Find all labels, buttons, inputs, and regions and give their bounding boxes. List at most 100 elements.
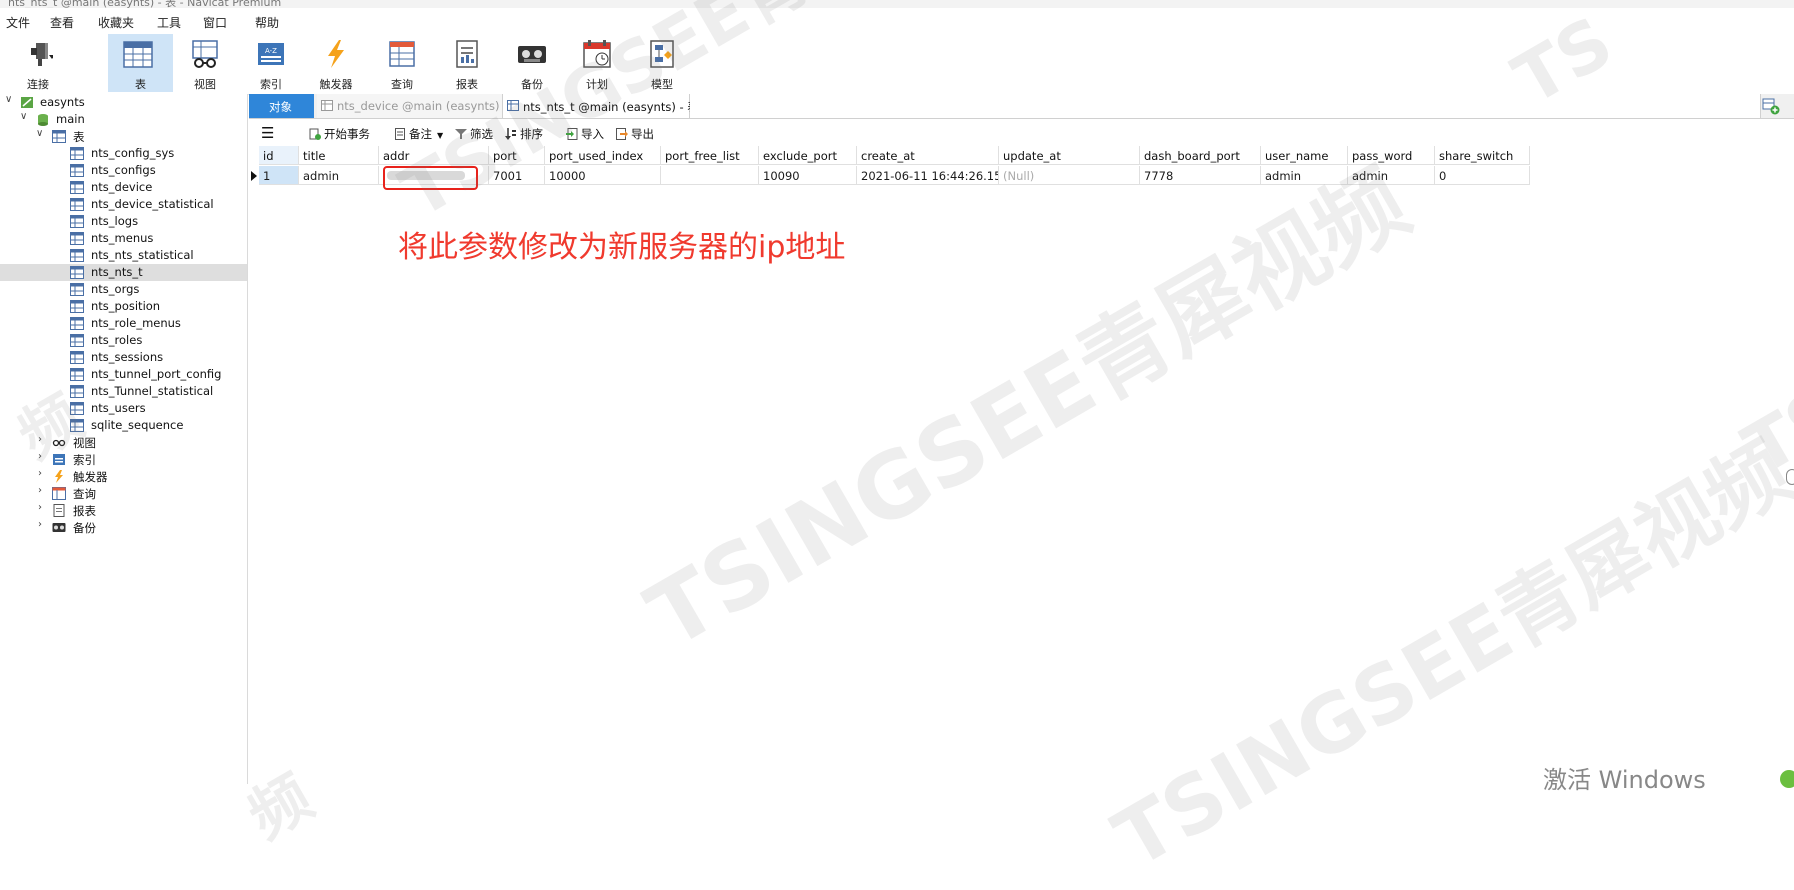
chevron-right-icon[interactable]: › (38, 519, 42, 530)
tree-tables-group[interactable]: ∨ 表 (0, 128, 247, 145)
tree-label: 备份 (73, 521, 96, 535)
index-button[interactable]: A-Z 索引 (241, 34, 301, 92)
side-handle[interactable] (1786, 469, 1794, 485)
tree-table-item[interactable]: nts_Tunnel_statistical (0, 383, 247, 400)
tree-table-item[interactable]: nts_logs (0, 213, 247, 230)
tree-table-item[interactable]: sqlite_sequence (0, 417, 247, 434)
database-icon (38, 114, 48, 126)
column-header[interactable]: port_free_list (661, 146, 759, 165)
cell-exclude-port[interactable]: 10090 (759, 166, 857, 185)
cell-user-name[interactable]: admin (1261, 166, 1348, 185)
tree-label: nts_menus (91, 231, 154, 245)
column-header[interactable]: pass_word (1348, 146, 1435, 165)
column-header[interactable]: port (489, 146, 545, 165)
chevron-down-icon[interactable]: ∨ (20, 111, 27, 122)
column-header[interactable]: port_used_index (545, 146, 661, 165)
chevron-down-icon[interactable]: ∨ (5, 94, 12, 105)
column-header[interactable]: create_at (857, 146, 999, 165)
tree-connection[interactable]: ∨ easynts (0, 94, 247, 111)
tree-table-item[interactable]: nts_device (0, 179, 247, 196)
chevron-right-icon[interactable]: › (38, 434, 42, 445)
tree-table-item[interactable]: nts_sessions (0, 349, 247, 366)
tree-group-triggers[interactable]: › 触发器 (0, 468, 247, 485)
chevron-down-icon[interactable]: ∨ (36, 128, 43, 139)
dropdown-arrow-icon[interactable]: ▼ (437, 131, 443, 140)
table-icon (507, 100, 519, 111)
cell-id[interactable]: 1 (259, 166, 299, 185)
menu-window[interactable]: 窗口 (203, 14, 227, 31)
report-button[interactable]: 报表 (437, 34, 497, 92)
chevron-right-icon[interactable]: › (38, 485, 42, 496)
tree-table-item[interactable]: nts_users (0, 400, 247, 417)
tree-table-item[interactable]: nts_configs (0, 162, 247, 179)
tree-table-item[interactable]: nts_menus (0, 230, 247, 247)
tree-group-queries[interactable]: › 查询 (0, 485, 247, 502)
column-header[interactable]: id (259, 146, 299, 165)
tree-database[interactable]: ∨ main (0, 111, 247, 128)
cell-create-at[interactable]: 2021-06-11 16:44:26.1593 (857, 166, 999, 185)
hamburger-menu-icon[interactable]: ☰ (261, 124, 274, 142)
column-header[interactable]: share_switch (1435, 146, 1530, 165)
tab-label: nts_nts_t @main (easynts) - 表 (523, 100, 699, 114)
memo-button[interactable]: 备注 ▼ (394, 126, 443, 142)
cell-pass-word[interactable]: admin (1348, 166, 1435, 185)
tab-nts-nts-t[interactable]: nts_nts_t @main (easynts) - 表 (503, 94, 699, 118)
tree-table-item[interactable]: nts_device_statistical (0, 196, 247, 213)
cell-port[interactable]: 7001 (489, 166, 545, 185)
menu-help[interactable]: 帮助 (255, 14, 279, 31)
tree-table-item[interactable]: nts_tunnel_port_config (0, 366, 247, 383)
tree-table-item[interactable]: nts_orgs (0, 281, 247, 298)
tree-label: 触发器 (73, 470, 108, 484)
cell-port-used-index[interactable]: 10000 (545, 166, 661, 185)
backup-button[interactable]: 备份 (502, 34, 562, 92)
column-header[interactable]: dash_board_port (1140, 146, 1261, 165)
column-header[interactable]: exclude_port (759, 146, 857, 165)
cell-share-switch[interactable]: 0 (1435, 166, 1530, 185)
chevron-right-icon[interactable]: › (38, 468, 42, 479)
sort-button[interactable]: 排序 (505, 126, 543, 142)
column-header[interactable]: update_at (999, 146, 1140, 165)
new-object-icon[interactable] (1762, 97, 1780, 115)
cell-update-at[interactable]: (Null) (999, 166, 1140, 185)
tree-table-item-selected[interactable]: nts_nts_t (0, 264, 247, 281)
tab-nts-device[interactable]: nts_device @main (easynts) ... (317, 94, 514, 118)
menu-view[interactable]: 查看 (50, 14, 74, 31)
tree-table-item[interactable]: nts_roles (0, 332, 247, 349)
cell-port-free-list[interactable] (661, 166, 759, 185)
chevron-right-icon[interactable]: › (38, 502, 42, 513)
filter-button[interactable]: 筛选 (455, 126, 493, 142)
view-button[interactable]: 视图 (175, 34, 235, 92)
cell-title[interactable]: admin (299, 166, 379, 185)
annotation-text: 将此参数修改为新服务器的ip地址 (398, 230, 846, 265)
cell-dash-board-port[interactable]: 7778 (1140, 166, 1261, 185)
tree-group-reports[interactable]: › 报表 (0, 502, 247, 519)
watermark: TSINGSEE青犀视频 (1099, 424, 1794, 887)
tree-label: nts_nts_t (91, 265, 143, 279)
query-button[interactable]: 查询 (372, 34, 432, 92)
import-button[interactable]: 导入 (566, 126, 604, 142)
chevron-right-icon[interactable]: › (38, 451, 42, 462)
tree-table-item[interactable]: nts_nts_statistical (0, 247, 247, 264)
menu-tools[interactable]: 工具 (157, 14, 181, 31)
tree-group-views[interactable]: › 视图 (0, 434, 247, 451)
tree-table-item[interactable]: nts_role_menus (0, 315, 247, 332)
model-button[interactable]: 模型 (632, 34, 692, 92)
connect-button[interactable]: 连接 (8, 34, 68, 92)
tree-table-item[interactable]: nts_config_sys (0, 145, 247, 162)
table-button[interactable]: 表 (108, 34, 173, 92)
tree-label: easynts (40, 95, 85, 109)
column-header[interactable]: title (299, 146, 379, 165)
tree-label: nts_roles (91, 333, 143, 347)
trigger-button[interactable]: 触发器 (306, 34, 366, 92)
menu-file[interactable]: 文件 (6, 14, 30, 31)
column-header[interactable]: user_name (1261, 146, 1348, 165)
column-header[interactable]: addr (379, 146, 489, 165)
tree-group-indexes[interactable]: › 索引 (0, 451, 247, 468)
tree-group-backups[interactable]: › 备份 (0, 519, 247, 536)
export-button[interactable]: 导出 (616, 126, 654, 142)
schedule-button[interactable]: 计划 (567, 34, 627, 92)
menu-favorites[interactable]: 收藏夹 (98, 14, 134, 31)
tree-table-item[interactable]: nts_position (0, 298, 247, 315)
begin-transaction-button[interactable]: 开始事务 (309, 126, 370, 142)
tab-objects[interactable]: 对象 (249, 94, 314, 118)
